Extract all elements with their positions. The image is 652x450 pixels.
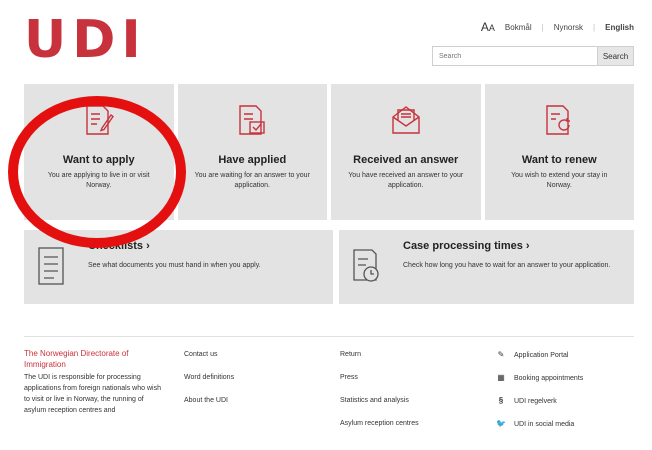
tile-want-to-renew[interactable]: Want to renew You wish to extend your st…: [484, 84, 634, 220]
footer-col-3: ✎ Application Portal ▦ Booking appointment…: [496, 350, 583, 442]
text-size-icon[interactable]: AA: [481, 20, 495, 34]
envelope-icon: [392, 106, 420, 134]
edit-icon: ✎: [497, 350, 505, 359]
tile-title: Want to apply: [62, 154, 135, 166]
footer-link-label: Application Portal: [514, 352, 569, 359]
lang-separator: |: [541, 22, 544, 32]
tile-subtitle: You are applying to live in or visit Nor…: [47, 172, 150, 189]
footer-link-application-portal[interactable]: ✎ Application Portal: [496, 350, 583, 373]
lang-separator: |: [593, 22, 596, 32]
footer-col-2: Return Press Statistics and analysis Asy…: [340, 350, 419, 442]
footer-link-press[interactable]: Press: [340, 373, 419, 396]
footer-link-word-definitions[interactable]: Word definitions: [184, 373, 234, 396]
document-check-icon: [239, 105, 265, 135]
wide-tile-subtitle: See what documents you must hand in when…: [88, 262, 261, 269]
lang-bokmal[interactable]: Bokmål: [505, 23, 532, 32]
footer-about-title[interactable]: The Norwegian Directorate of Immigration: [24, 348, 164, 370]
tile-checklists[interactable]: Checklists › See what documents you must…: [24, 230, 333, 304]
footer-link-label: Booking appointments: [514, 375, 584, 382]
tile-title: Have applied: [218, 154, 287, 166]
footer-col-1: Contact us Word definitions About the UD…: [184, 350, 234, 419]
footer-link-about-udi[interactable]: About the UDI: [184, 396, 234, 419]
footer-link-social-media[interactable]: 🐦 UDI in social media: [496, 419, 583, 442]
footer-about: The Norwegian Directorate of Immigration…: [24, 348, 164, 416]
lang-nynorsk[interactable]: Nynorsk: [554, 23, 583, 32]
language-bar: AA Bokmål | Nynorsk | English: [481, 20, 634, 34]
tile-subtitle: You wish to extend your stay in Norway.: [511, 172, 608, 189]
wide-tile-title: Case processing times ›: [403, 240, 530, 252]
footer-about-text: The UDI is responsible for processing ap…: [24, 374, 161, 414]
footer-link-booking[interactable]: ▦ Booking appointments: [496, 373, 583, 396]
footer-link-asylum-centres[interactable]: Asylum reception centres: [340, 419, 419, 442]
footer-divider: [24, 336, 634, 337]
footer-link-return[interactable]: Return: [340, 350, 419, 373]
search-input[interactable]: [432, 46, 598, 66]
checklist-icon: [38, 247, 64, 285]
main-tiles: Want to apply You are applying to live i…: [24, 84, 634, 220]
document-refresh-icon: [546, 105, 571, 135]
tile-subtitle: You have received an answer to your appl…: [348, 172, 464, 189]
twitter-icon: 🐦: [496, 419, 506, 428]
lang-english[interactable]: English: [605, 23, 634, 32]
footer-link-contact-us[interactable]: Contact us: [184, 350, 234, 373]
tile-have-applied[interactable]: Have applied You are waiting for an answ…: [177, 84, 327, 220]
tile-received-an-answer[interactable]: Received an answer You have received an …: [331, 84, 481, 220]
clock-document-icon: [353, 249, 379, 282]
footer-link-label: UDI in social media: [514, 421, 575, 428]
search-button[interactable]: Search: [598, 46, 634, 66]
udi-logo[interactable]: UDI: [24, 10, 147, 70]
tile-subtitle: You are waiting for an answer to your ap…: [194, 172, 310, 189]
wide-tile-subtitle: Check how long you have to wait for an a…: [403, 262, 611, 269]
footer-link-regelverk[interactable]: § UDI regelverk: [496, 396, 583, 419]
tile-case-processing-times[interactable]: Case processing times › Check how long y…: [339, 230, 634, 304]
tile-want-to-apply[interactable]: Want to apply You are applying to live i…: [24, 84, 174, 220]
tile-title: Want to renew: [521, 154, 597, 166]
wide-tile-title: Checklists ›: [88, 240, 150, 252]
footer-link-label: UDI regelverk: [514, 398, 557, 405]
calendar-icon: ▦: [497, 373, 505, 382]
search-form: Search: [432, 46, 634, 66]
footer-link-statistics[interactable]: Statistics and analysis: [340, 396, 419, 419]
tile-title: Received an answer: [353, 154, 459, 166]
paragraph-icon: §: [498, 396, 504, 405]
document-pen-icon: [86, 105, 114, 135]
